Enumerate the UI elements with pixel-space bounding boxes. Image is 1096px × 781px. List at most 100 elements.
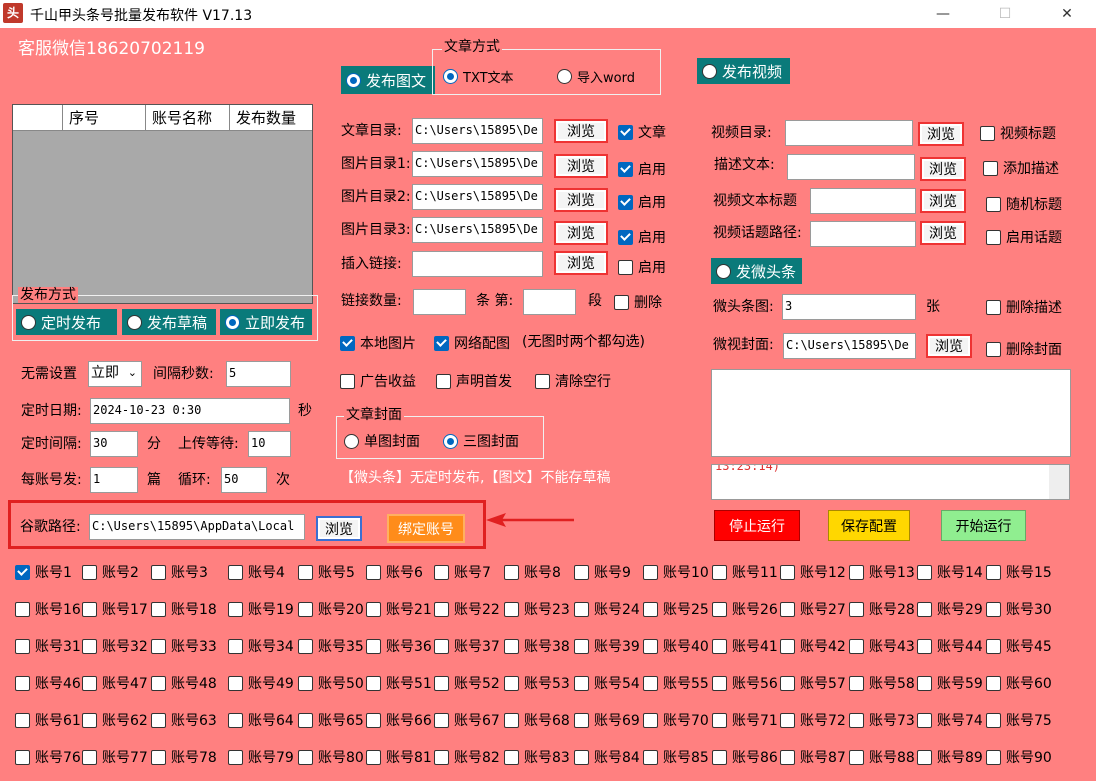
article-checkbox[interactable]: 文章 xyxy=(618,122,666,142)
topic-path-browse-button[interactable]: 浏览 xyxy=(920,221,966,245)
account-checkbox[interactable]: 账号65 xyxy=(298,710,364,730)
upload-wait-input[interactable]: 10 xyxy=(248,431,291,457)
account-checkbox[interactable]: 账号53 xyxy=(504,673,570,693)
account-checkbox[interactable]: 账号81 xyxy=(366,747,432,767)
account-checkbox[interactable]: 账号56 xyxy=(712,673,778,693)
account-checkbox[interactable]: 账号9 xyxy=(574,562,631,582)
close-button[interactable]: ✕ xyxy=(1044,0,1090,28)
radio-publish-image-text[interactable]: 发布图文 xyxy=(341,66,435,94)
account-checkbox[interactable]: 账号55 xyxy=(643,673,709,693)
account-checkbox[interactable]: 账号10 xyxy=(643,562,709,582)
video-dir-browse-button[interactable]: 浏览 xyxy=(918,122,964,146)
article-dir-input[interactable]: C:\Users\15895\De xyxy=(412,118,543,144)
account-checkbox[interactable]: 账号15 xyxy=(986,562,1052,582)
account-checkbox[interactable]: 账号69 xyxy=(574,710,640,730)
mode-select[interactable]: 立即 ⌄ xyxy=(88,361,142,387)
radio-single-cover[interactable]: 单图封面 xyxy=(344,431,420,451)
image-dir2-enable-checkbox[interactable]: 启用 xyxy=(618,192,666,212)
account-checkbox[interactable]: 账号75 xyxy=(986,710,1052,730)
account-checkbox[interactable]: 账号84 xyxy=(574,747,640,767)
insert-link-input[interactable] xyxy=(412,251,543,277)
image-dir1-enable-checkbox[interactable]: 启用 xyxy=(618,159,666,179)
account-checkbox[interactable]: 账号44 xyxy=(917,636,983,656)
image-dir3-enable-checkbox[interactable]: 启用 xyxy=(618,227,666,247)
chrome-path-input[interactable]: C:\Users\15895\AppData\Local xyxy=(89,514,305,540)
account-checkbox[interactable]: 账号6 xyxy=(366,562,423,582)
insert-link-browse-button[interactable]: 浏览 xyxy=(554,251,608,275)
account-grid[interactable]: 序号 账号名称 发布数量 xyxy=(12,104,313,304)
maximize-button[interactable]: ☐ xyxy=(982,0,1028,28)
account-checkbox[interactable]: 账号31 xyxy=(15,636,81,656)
account-checkbox[interactable]: 账号19 xyxy=(228,599,294,619)
account-checkbox[interactable]: 账号50 xyxy=(298,673,364,693)
account-checkbox[interactable]: 账号48 xyxy=(151,673,217,693)
image-dir1-browse-button[interactable]: 浏览 xyxy=(554,154,608,178)
account-checkbox[interactable]: 账号52 xyxy=(434,673,500,693)
account-checkbox[interactable]: 账号22 xyxy=(434,599,500,619)
ad-income-checkbox[interactable]: 广告收益 xyxy=(340,371,416,391)
timer-gap-input[interactable]: 30 xyxy=(90,431,138,457)
minimize-button[interactable]: — xyxy=(920,0,966,28)
account-checkbox[interactable]: 账号46 xyxy=(15,673,81,693)
net-image-checkbox[interactable]: 网络配图 xyxy=(434,333,510,353)
image-dir1-input[interactable]: C:\Users\15895\De xyxy=(412,151,543,177)
account-checkbox[interactable]: 账号40 xyxy=(643,636,709,656)
account-checkbox[interactable]: 账号38 xyxy=(504,636,570,656)
account-checkbox[interactable]: 账号82 xyxy=(434,747,500,767)
article-dir-browse-button[interactable]: 浏览 xyxy=(554,119,608,143)
account-checkbox[interactable]: 账号20 xyxy=(298,599,364,619)
account-checkbox[interactable]: 账号34 xyxy=(228,636,294,656)
stop-button[interactable]: 停止运行 xyxy=(714,510,800,541)
radio-draft-publish[interactable]: 发布草稿 xyxy=(122,309,216,335)
account-checkbox[interactable]: 账号4 xyxy=(228,562,285,582)
radio-instant-publish[interactable]: 立即发布 xyxy=(220,309,312,335)
radio-timed-publish[interactable]: 定时发布 xyxy=(16,309,117,335)
delete-cover-checkbox[interactable]: 删除封面 xyxy=(986,339,1062,359)
radio-import-word[interactable]: 导入word xyxy=(557,67,635,86)
video-title-checkbox[interactable]: 视频标题 xyxy=(980,123,1056,143)
account-checkbox[interactable]: 账号73 xyxy=(849,710,915,730)
account-checkbox[interactable]: 账号30 xyxy=(986,599,1052,619)
account-checkbox[interactable]: 账号37 xyxy=(434,636,500,656)
account-checkbox[interactable]: 账号60 xyxy=(986,673,1052,693)
delete-desc-checkbox[interactable]: 删除描述 xyxy=(986,297,1062,317)
account-checkbox[interactable]: 账号21 xyxy=(366,599,432,619)
account-checkbox[interactable]: 账号32 xyxy=(82,636,148,656)
video-dir-input[interactable] xyxy=(785,120,913,146)
account-checkbox[interactable]: 账号28 xyxy=(849,599,915,619)
account-checkbox[interactable]: 账号11 xyxy=(712,562,778,582)
loop-input[interactable]: 50 xyxy=(221,467,267,493)
topic-path-input[interactable] xyxy=(810,221,916,247)
start-button[interactable]: 开始运行 xyxy=(941,510,1026,541)
radio-weitoutiao[interactable]: 发微头条 xyxy=(711,258,802,284)
account-checkbox[interactable]: 账号25 xyxy=(643,599,709,619)
account-checkbox[interactable]: 账号54 xyxy=(574,673,640,693)
account-checkbox[interactable]: 账号51 xyxy=(366,673,432,693)
account-checkbox[interactable]: 账号39 xyxy=(574,636,640,656)
micro-count-input[interactable]: 3 xyxy=(782,294,916,320)
account-checkbox[interactable]: 账号33 xyxy=(151,636,217,656)
random-title-checkbox[interactable]: 随机标题 xyxy=(986,194,1062,214)
delete-checkbox[interactable]: 删除 xyxy=(614,292,662,312)
radio-txt-text[interactable]: TXT文本 xyxy=(443,67,514,86)
account-checkbox[interactable]: 账号71 xyxy=(712,710,778,730)
account-checkbox[interactable]: 账号68 xyxy=(504,710,570,730)
account-checkbox[interactable]: 账号18 xyxy=(151,599,217,619)
account-checkbox[interactable]: 账号7 xyxy=(434,562,491,582)
account-checkbox[interactable]: 账号67 xyxy=(434,710,500,730)
account-checkbox[interactable]: 账号23 xyxy=(504,599,570,619)
account-checkbox[interactable]: 账号64 xyxy=(228,710,294,730)
desc-text-browse-button[interactable]: 浏览 xyxy=(920,157,966,181)
local-image-checkbox[interactable]: 本地图片 xyxy=(340,333,416,353)
account-checkbox[interactable]: 账号88 xyxy=(849,747,915,767)
image-dir3-input[interactable]: C:\Users\15895\De xyxy=(412,217,543,243)
account-checkbox[interactable]: 账号66 xyxy=(366,710,432,730)
date-input[interactable]: 2024-10-23 0:30 xyxy=(90,398,290,424)
save-config-button[interactable]: 保存配置 xyxy=(828,510,910,541)
insert-link-enable-checkbox[interactable]: 启用 xyxy=(618,257,666,277)
account-checkbox[interactable]: 账号72 xyxy=(780,710,846,730)
account-checkbox[interactable]: 账号86 xyxy=(712,747,778,767)
video-text-title-input[interactable] xyxy=(810,188,916,214)
account-checkbox[interactable]: 账号27 xyxy=(780,599,846,619)
account-checkbox[interactable]: 账号77 xyxy=(82,747,148,767)
